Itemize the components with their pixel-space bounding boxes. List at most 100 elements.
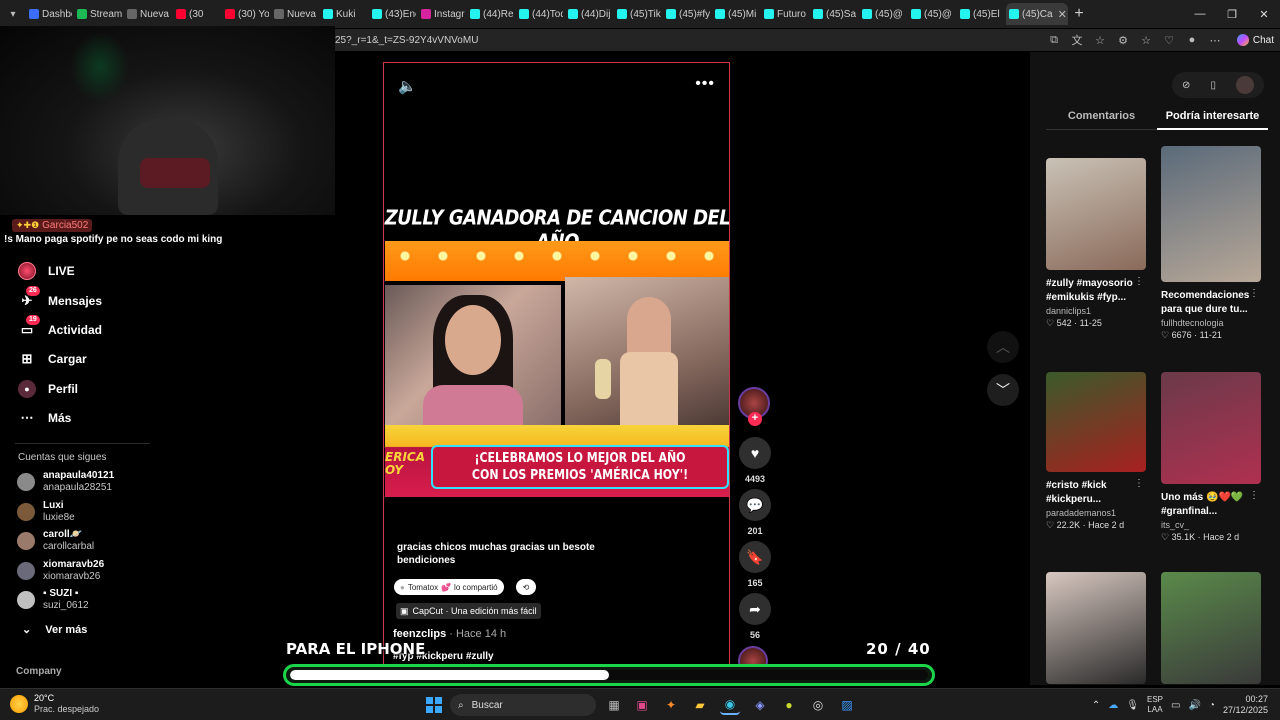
- browser-tab[interactable]: Futuro: [761, 3, 808, 25]
- repost-button[interactable]: ⟲: [516, 579, 536, 595]
- onedrive-icon[interactable]: ☁: [1108, 700, 1118, 711]
- tray-overflow-icon[interactable]: ⌃: [1092, 700, 1100, 711]
- obs-icon[interactable]: ◎: [808, 695, 828, 715]
- network-icon[interactable]: ▭: [1171, 700, 1180, 711]
- browser-tab[interactable]: Nueva: [124, 3, 171, 25]
- minimize-icon[interactable]: —: [1184, 0, 1216, 28]
- browser-tab[interactable]: (44)Tod: [516, 3, 563, 25]
- browser-tab[interactable]: (45)Tik: [614, 3, 661, 25]
- collections-icon[interactable]: ☆: [1139, 34, 1153, 47]
- video-thumbnail[interactable]: [1161, 146, 1261, 282]
- browser-tab[interactable]: (45)Mi: [712, 3, 759, 25]
- video-thumbnail[interactable]: [1161, 372, 1261, 484]
- user-avatar-icon[interactable]: [1235, 76, 1254, 94]
- taskbar-search[interactable]: ⌕ Buscar: [450, 694, 596, 716]
- video-player[interactable]: 🔈 ••• ZULLY GANADORA DE CANCION DEL AÑO …: [383, 62, 730, 682]
- video-author[interactable]: feenzclips · Hace 14 h: [393, 628, 506, 640]
- browser-tab[interactable]: (30: [173, 3, 220, 25]
- following-account[interactable]: caroll🪐 carollcarbal: [17, 529, 94, 553]
- microphone-icon[interactable]: 🎙: [1126, 700, 1139, 711]
- browser-tab[interactable]: Stream: [74, 3, 122, 25]
- file-explorer-icon[interactable]: ▰: [690, 695, 710, 715]
- like-action[interactable]: ♥ 4493: [738, 437, 772, 484]
- translate-icon[interactable]: 文: [1070, 32, 1084, 48]
- bookmark-icon[interactable]: 🔖: [739, 541, 771, 573]
- app-icon-1[interactable]: ●: [779, 695, 799, 715]
- next-video-button[interactable]: ﹀: [987, 374, 1019, 406]
- browser-tab[interactable]: (45)El: [957, 3, 1004, 25]
- restore-icon[interactable]: ❐: [1216, 0, 1248, 28]
- url-field[interactable]: 25?_r=1&_t=ZS-92Y4vVNVoMU: [335, 35, 478, 46]
- video-card[interactable]: [1161, 572, 1261, 684]
- browser-tab[interactable]: (44)Res: [467, 3, 514, 25]
- sidebar-item-activity[interactable]: ▭ 19 Actividad: [18, 315, 102, 339]
- company-link[interactable]: Company: [16, 666, 62, 677]
- edge-browser-icon[interactable]: ◉: [720, 695, 740, 715]
- close-window-icon[interactable]: ✕: [1248, 0, 1280, 28]
- tab-comments[interactable]: Comentarios: [1046, 110, 1157, 130]
- volume-icon[interactable]: 🔈: [398, 77, 417, 95]
- card-menu-icon[interactable]: ⋮: [1249, 490, 1259, 501]
- compass-icon[interactable]: ⊘: [1182, 80, 1190, 91]
- following-account[interactable]: xiomaravb26 xiomaravb26: [17, 559, 104, 583]
- browser-tab[interactable]: (45)#fy: [663, 3, 710, 25]
- see-more-button[interactable]: ⌄ Ver más: [22, 623, 87, 637]
- card-menu-icon[interactable]: ⋮: [1249, 288, 1259, 299]
- sidebar-item-upload[interactable]: ⊞ Cargar: [18, 350, 87, 368]
- browser-tab[interactable]: Kuki: [320, 3, 367, 25]
- copilot-chat-button[interactable]: Chat: [1236, 31, 1274, 49]
- tab-actions-menu-icon[interactable]: ▾: [0, 0, 26, 28]
- tab-recommended[interactable]: Podría interesarte: [1157, 110, 1268, 130]
- app-icon-2[interactable]: ▨: [837, 695, 857, 715]
- sidebar-item-more[interactable]: ⋯ Más: [18, 409, 72, 427]
- close-tab-icon[interactable]: ✕: [1058, 8, 1067, 21]
- video-card[interactable]: ⋮ #zully #mayosorio #emikukis #fyp... dann…: [1046, 158, 1146, 329]
- video-more-options-icon[interactable]: •••: [695, 75, 715, 93]
- browser-tab[interactable]: (45)@: [908, 3, 955, 25]
- discord-icon[interactable]: ◈: [750, 695, 770, 715]
- video-thumbnail[interactable]: [1046, 158, 1146, 270]
- comment-action[interactable]: 💬 201: [738, 489, 772, 536]
- video-card[interactable]: ⋮ Uno más 🥹❤️💚 #granfinal... its_cv_ ♡ 35.1…: [1161, 372, 1261, 543]
- share-action[interactable]: ➦ 56: [738, 593, 772, 640]
- save-action[interactable]: 🔖 165: [738, 541, 772, 588]
- browser-essentials-icon[interactable]: ♡: [1162, 34, 1176, 47]
- sidebar-item-live[interactable]: LIVE: [18, 262, 75, 280]
- video-card[interactable]: [1046, 572, 1146, 684]
- open-in-app-icon[interactable]: ⧉: [1047, 34, 1061, 47]
- video-card[interactable]: ⋮ #cristo #kick #kickperu... paradademanos…: [1046, 372, 1146, 531]
- weather-widget[interactable]: 20°C Prac. despejado: [10, 693, 99, 715]
- card-menu-icon[interactable]: ⋮: [1134, 276, 1144, 287]
- card-menu-icon[interactable]: ⋮: [1134, 478, 1144, 489]
- follow-plus-button[interactable]: +: [748, 412, 762, 426]
- clock[interactable]: 00:27 27/12/2025: [1223, 694, 1268, 716]
- browser-tab[interactable]: (45)Ca ✕: [1006, 3, 1068, 25]
- browser-menu-icon[interactable]: ⋯: [1208, 34, 1222, 47]
- following-account[interactable]: ▪ SUZI ▪ suzi_0612: [17, 588, 89, 612]
- favorite-star-icon[interactable]: ☆: [1093, 34, 1107, 47]
- video-thumbnail[interactable]: [1046, 572, 1146, 684]
- following-account[interactable]: Luxi luxie8e: [17, 500, 75, 524]
- new-tab-button[interactable]: +: [1068, 5, 1090, 23]
- video-thumbnail[interactable]: [1161, 572, 1261, 684]
- following-account[interactable]: anapaula40121 anapaula28251: [17, 470, 114, 494]
- sidebar-item-profile[interactable]: ● Perfil: [18, 380, 78, 398]
- browser-tab[interactable]: Instagr: [418, 3, 465, 25]
- browser-tab[interactable]: (43)Enc: [369, 3, 416, 25]
- phone-icon[interactable]: ▯: [1210, 80, 1216, 91]
- video-card[interactable]: ⋮ Recomendaciones para que dure tu... full…: [1161, 146, 1261, 341]
- video-thumbnail[interactable]: [1046, 372, 1146, 472]
- windows-start-icon[interactable]: [426, 697, 442, 713]
- browser-tab[interactable]: Dashbo: [26, 3, 72, 25]
- heart-icon[interactable]: ♥: [739, 437, 771, 469]
- browser-tab[interactable]: Nueva: [271, 3, 318, 25]
- volume-tray-icon[interactable]: 🔊: [1188, 700, 1200, 711]
- capcut-link[interactable]: ▣ CapCut · Una edición más fácil: [396, 603, 541, 619]
- task-view-icon[interactable]: ▦: [604, 695, 624, 715]
- shared-by-chip[interactable]: ● Tomatox 💕 lo compartió: [394, 579, 504, 595]
- extensions-icon[interactable]: ⚙: [1116, 34, 1130, 47]
- comment-icon[interactable]: 💬: [739, 489, 771, 521]
- sidebar-item-messages[interactable]: ✈ 26 Mensajes: [18, 286, 102, 310]
- browser-tab[interactable]: (44)Dij: [565, 3, 612, 25]
- browser-tab[interactable]: (45)Sa: [810, 3, 857, 25]
